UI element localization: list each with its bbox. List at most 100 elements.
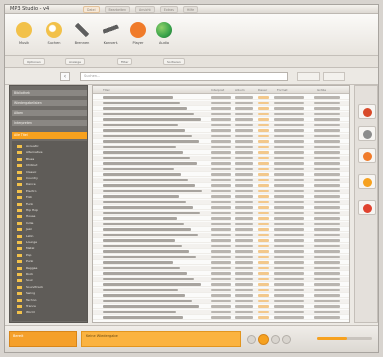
sidebar-tree-item[interactable]: Blues	[16, 157, 34, 161]
sidebar-tree-item[interactable]: Punk	[16, 259, 33, 264]
sidebar-tree-item[interactable]: Hip Hop	[17, 208, 38, 212]
table-row[interactable]	[93, 188, 349, 194]
table-row[interactable]	[93, 100, 349, 106]
sidebar-tree-item[interactable]: Soul	[16, 278, 32, 283]
view-button[interactable]: Anzeige	[65, 58, 85, 65]
sidebar-tree-item[interactable]: Folk	[16, 195, 32, 200]
audio-button[interactable]: Audio	[151, 22, 177, 52]
sidebar-tree-item[interactable]: Jazz	[17, 227, 32, 232]
stop-button[interactable]	[271, 334, 280, 344]
export-button[interactable]	[358, 126, 376, 141]
column-header-duration[interactable]: Dauer	[258, 88, 267, 92]
music-button[interactable]: Musik	[11, 22, 37, 52]
sidebar-tree-item[interactable]: Funk	[16, 202, 33, 206]
table-row[interactable]	[93, 282, 349, 288]
table-row[interactable]	[93, 227, 349, 233]
sidebar-tree-item[interactable]: House	[16, 214, 35, 219]
sidebar-tree-item[interactable]: Country	[17, 176, 38, 180]
refresh-button[interactable]	[358, 104, 376, 119]
table-row[interactable]	[93, 122, 349, 128]
table-row[interactable]	[93, 304, 349, 310]
sidebar-tree-item[interactable]: Rock	[16, 272, 33, 276]
table-row[interactable]	[93, 249, 349, 255]
table-row[interactable]	[93, 271, 349, 277]
table-row[interactable]	[93, 106, 349, 112]
sidebar-header-playlists[interactable]: Wiedergabelisten	[12, 100, 87, 106]
table-row[interactable]	[93, 315, 349, 321]
table-row[interactable]	[93, 210, 349, 216]
table-row[interactable]	[93, 194, 349, 200]
table-row[interactable]	[93, 243, 349, 249]
sidebar-tree-item[interactable]: Dance	[17, 182, 36, 187]
tab-ansicht[interactable]: Ansicht	[135, 6, 155, 13]
sidebar-tree-item[interactable]: Classic	[16, 170, 36, 174]
column-header-artist[interactable]: Interpret	[211, 88, 224, 92]
burn-button[interactable]: Brennen	[69, 22, 95, 52]
sidebar-tree-item[interactable]: Chillout	[16, 163, 37, 168]
player-button[interactable]: Player	[125, 22, 151, 52]
sidebar-tree-item[interactable]: Techno	[16, 298, 36, 302]
table-row[interactable]	[93, 205, 349, 211]
sidebar-header-artists[interactable]: Interpreten	[12, 120, 87, 126]
sidebar-tree-item[interactable]: Trance	[17, 304, 36, 308]
sidebar-tree-item[interactable]: Alternative	[16, 150, 42, 155]
column-header-title[interactable]: Titel	[103, 88, 109, 92]
options-button[interactable]: Optionen	[23, 58, 45, 65]
table-row[interactable]	[93, 161, 349, 167]
edit-button[interactable]	[358, 174, 376, 189]
sidebar-tree-item[interactable]: Reggae	[16, 266, 37, 270]
table-row[interactable]	[93, 238, 349, 244]
table-row[interactable]	[93, 155, 349, 161]
tab-datei[interactable]: Datei	[83, 6, 100, 13]
burn-disc-button[interactable]	[358, 148, 376, 163]
table-row[interactable]	[93, 150, 349, 156]
sidebar-tree-item[interactable]: Metal	[16, 246, 34, 251]
tab-bearbeiten[interactable]: Bearbeiten	[104, 6, 131, 13]
view-list-button[interactable]	[297, 72, 320, 81]
table-row[interactable]	[93, 216, 349, 222]
table-row[interactable]	[93, 254, 349, 260]
sidebar-header-library[interactable]: Bibliothek	[12, 90, 87, 96]
view-grid-button[interactable]	[322, 72, 345, 81]
table-row[interactable]	[93, 144, 349, 150]
sidebar-selected-item[interactable]: Alle Titel	[12, 132, 87, 139]
table-row[interactable]	[93, 298, 349, 304]
table-row[interactable]	[93, 265, 349, 271]
sidebar-tree-item[interactable]: Lounge	[16, 240, 37, 244]
table-row[interactable]	[93, 139, 349, 145]
sidebar-tree-item[interactable]: Soundtrack	[16, 285, 43, 289]
play-button[interactable]	[258, 333, 269, 345]
table-row[interactable]	[93, 128, 349, 134]
table-row[interactable]	[93, 177, 349, 183]
column-header-album[interactable]: Album	[235, 88, 245, 92]
sort-button[interactable]: Sortieren	[163, 58, 185, 65]
tab-extras[interactable]: Extras	[159, 6, 178, 13]
table-row[interactable]	[93, 293, 349, 299]
table-row[interactable]	[93, 117, 349, 123]
sidebar-tree-item[interactable]: Acoustic	[17, 144, 39, 148]
table-row[interactable]	[93, 133, 349, 139]
column-header-format[interactable]: Format	[277, 88, 288, 92]
table-row[interactable]	[93, 276, 349, 282]
tag-button[interactable]	[358, 200, 376, 215]
sidebar-tree-item[interactable]: Pop	[16, 253, 31, 257]
table-row[interactable]	[93, 221, 349, 227]
sidebar-header-albums[interactable]: Alben	[12, 110, 87, 116]
table-row[interactable]	[93, 287, 349, 293]
back-button[interactable]: ‹	[60, 72, 70, 81]
tab-hilfe[interactable]: Hilfe	[182, 6, 199, 13]
table-row[interactable]	[93, 232, 349, 238]
sidebar-tree-item[interactable]: Electro	[16, 189, 36, 193]
sidebar-tree-item[interactable]: World	[17, 310, 35, 315]
table-row[interactable]	[93, 199, 349, 205]
table-row[interactable]	[93, 111, 349, 117]
table-row[interactable]	[93, 166, 349, 172]
next-button[interactable]	[282, 334, 291, 344]
sidebar-tree-item[interactable]: Indie	[16, 221, 33, 225]
table-row[interactable]	[93, 172, 349, 178]
search-input[interactable]: Suchen...	[80, 72, 288, 81]
sidebar-tree-item[interactable]: Latin	[16, 234, 33, 238]
column-header-size[interactable]: Größe	[317, 88, 326, 92]
table-row[interactable]	[93, 309, 349, 315]
sidebar-tree-item[interactable]: Swing	[17, 291, 35, 296]
